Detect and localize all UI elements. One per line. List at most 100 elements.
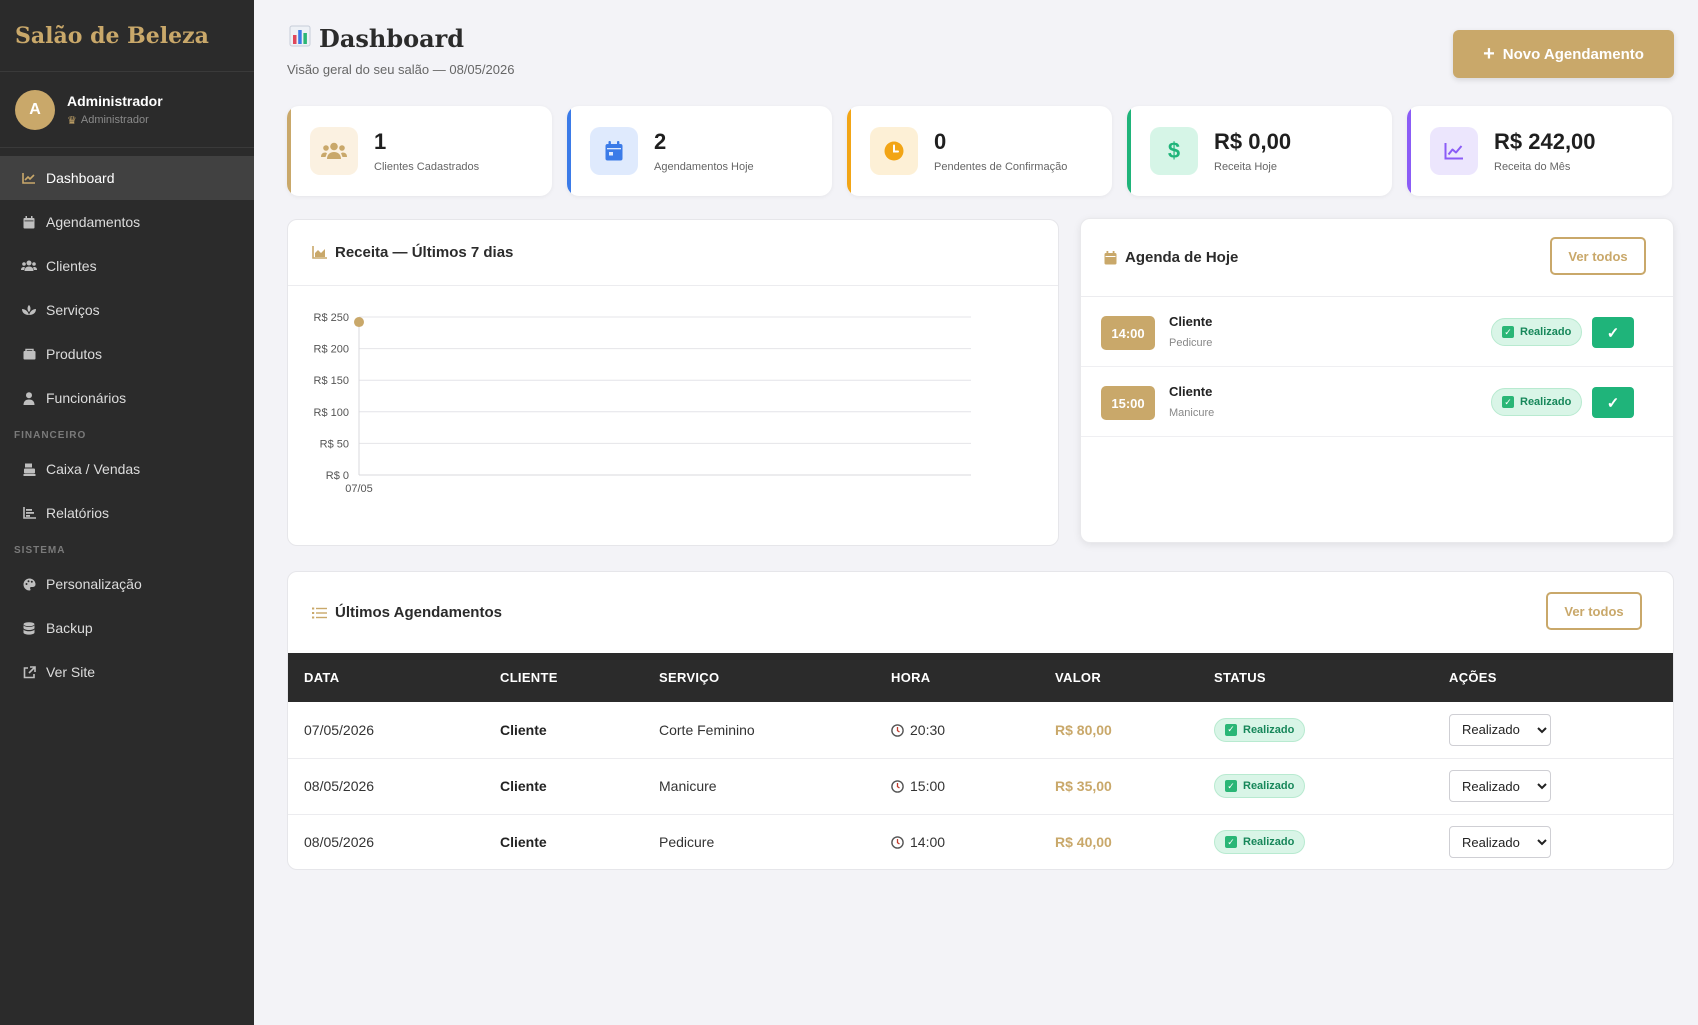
user-panel: A Administrador ♛ Administrador	[0, 72, 254, 148]
confirm-button[interactable]: ✓	[1592, 317, 1634, 348]
agenda-view-all-button[interactable]: Ver todos	[1550, 237, 1646, 275]
cash-register-icon	[20, 463, 38, 476]
stat-value: R$ 0,00	[1214, 129, 1292, 154]
stat-card-revenue-today: $ R$ 0,00 Receita Hoje	[1127, 106, 1392, 196]
chart-bar-icon	[20, 507, 38, 519]
col-servico: SERVIÇO	[659, 670, 720, 685]
y-tick-label: R$ 0	[326, 470, 349, 482]
status-select[interactable]: Realizado	[1449, 770, 1551, 802]
sidebar-item-label: Caixa / Vendas	[46, 461, 141, 477]
sidebar-item-ver-site[interactable]: Ver Site	[0, 650, 254, 694]
check-icon: ✓	[1225, 780, 1237, 792]
section-sistema: SISTEMA	[14, 545, 66, 556]
chart-line-icon	[1430, 127, 1478, 175]
sidebar-item-label: Clientes	[46, 258, 97, 274]
agenda-time: 14:00	[1101, 316, 1155, 350]
y-tick-label: R$ 200	[314, 344, 349, 356]
sidebar-item-clientes[interactable]: Clientes	[0, 244, 254, 288]
latest-view-all-button[interactable]: Ver todos	[1546, 592, 1642, 630]
col-cliente: CLIENTE	[500, 670, 558, 685]
agenda-service: Manicure	[1169, 407, 1215, 419]
cell-time: 20:30	[875, 702, 1039, 759]
box-icon	[20, 348, 38, 360]
revenue-chart-panel: Receita — Últimos 7 dias R$ 0 R$ 50 R$ 100…	[287, 219, 1059, 546]
sidebar-item-label: Ver Site	[46, 664, 96, 680]
new-appointment-button[interactable]: + Novo Agendamento	[1453, 30, 1674, 78]
agenda-item: 14:00 Cliente Pedicure ✓ Realizado ✓	[1081, 297, 1673, 367]
appointments-table: DATA CLIENTE SERVIÇO HORA VALOR STATUS A…	[288, 653, 1673, 869]
stat-value: 0	[934, 129, 947, 154]
sidebar-item-funcionarios[interactable]: Funcionários	[0, 376, 254, 420]
sidebar-nav: Dashboard Agendamentos Clientes Serviços…	[0, 148, 254, 694]
data-point	[354, 317, 364, 328]
section-financeiro: FINANCEIRO	[14, 430, 87, 441]
clock-icon	[891, 836, 904, 850]
sidebar-item-servicos[interactable]: Serviços	[0, 288, 254, 332]
sidebar-item-personalizacao[interactable]: Personalização	[0, 562, 254, 606]
col-status: STATUS	[1214, 670, 1266, 685]
stat-value: 1	[374, 129, 387, 154]
agenda-item: 15:00 Cliente Manicure ✓ Realizado ✓	[1081, 367, 1673, 437]
database-icon	[20, 621, 38, 635]
cell-client: Cliente	[484, 702, 643, 759]
cell-client: Cliente	[484, 758, 643, 815]
status-select[interactable]: Realizado	[1449, 826, 1551, 859]
sidebar-item-produtos[interactable]: Produtos	[0, 332, 254, 376]
sidebar-item-caixa[interactable]: Caixa / Vendas	[0, 447, 254, 491]
check-icon: ✓	[1225, 836, 1237, 849]
status-badge: ✓ Realizado	[1491, 388, 1583, 416]
check-icon: ✓	[1225, 723, 1237, 736]
chart-line-icon	[20, 172, 38, 184]
users-icon	[310, 127, 358, 175]
sidebar-item-label: Produtos	[46, 346, 103, 362]
status-badge: ✓ Realizado	[1214, 717, 1306, 742]
cell-value: R$ 80,00	[1039, 702, 1198, 759]
main-content: Dashboard Visão geral do seu salão — 08/…	[254, 0, 1698, 1025]
sidebar-item-label: Backup	[46, 620, 93, 636]
sidebar-item-label: Relatórios	[46, 505, 110, 521]
cell-date: 08/05/2026	[304, 834, 375, 851]
cell-service: Manicure	[643, 758, 875, 815]
stat-card-clients: 1 Clientes Cadastrados	[287, 106, 552, 196]
spa-icon	[20, 304, 38, 316]
plus-icon: +	[1483, 43, 1495, 65]
cell-actions: Realizado	[1433, 758, 1673, 815]
sidebar-item-relatorios[interactable]: Relatórios	[0, 491, 254, 535]
revenue-chart-title: Receita — Últimos 7 dias	[335, 244, 514, 261]
confirm-button[interactable]: ✓	[1592, 387, 1634, 418]
sidebar-item-backup[interactable]: Backup	[0, 606, 254, 650]
cell-status: ✓ Realizado	[1198, 758, 1433, 815]
user-name: Administrador	[67, 92, 163, 109]
cell-service: Pedicure	[659, 834, 715, 851]
table-row: 08/05/2026 Cliente Pedicure 14:00 R$ 40,…	[288, 814, 1673, 869]
table-row: 08/05/2026 Cliente Manicure 15:00 R$ 35,…	[288, 758, 1673, 815]
sidebar-item-label: Agendamentos	[46, 214, 141, 230]
sidebar-item-dashboard[interactable]: Dashboard	[0, 156, 254, 200]
stat-label: Clientes Cadastrados	[374, 161, 480, 173]
status-select[interactable]: Realizado	[1449, 713, 1551, 746]
cell-date: 07/05/2026	[288, 702, 484, 759]
user-role: Administrador	[80, 114, 149, 126]
sidebar: Salão de Beleza A Administrador ♛ Admini…	[0, 0, 254, 1025]
external-link-icon	[20, 665, 38, 679]
brand-title[interactable]: Salão de Beleza	[0, 0, 254, 72]
stat-card-pending: 0 Pendentes de Confirmação	[847, 106, 1112, 196]
chart-area-icon	[312, 246, 327, 259]
cell-client: Cliente	[500, 834, 547, 851]
sidebar-item-agendamentos[interactable]: Agendamentos	[0, 200, 254, 244]
stat-value: 2	[654, 129, 667, 154]
col-data: DATA	[304, 670, 340, 685]
agenda-client: Cliente	[1169, 384, 1213, 399]
clock-icon	[870, 127, 918, 175]
cell-service: Corte Feminino	[643, 702, 875, 759]
y-tick-label: R$ 250	[314, 312, 349, 324]
x-tick-label: 07/05	[345, 483, 373, 495]
calendar-icon	[590, 127, 638, 175]
clock-icon	[891, 780, 904, 793]
page-subtitle: Visão geral do seu salão — 08/05/2026	[287, 62, 515, 77]
agenda-time: 15:00	[1101, 386, 1155, 420]
stat-value: R$ 242,00	[1494, 129, 1596, 154]
latest-appointments-panel: Últimos Agendamentos Ver todos DATA CLIE…	[287, 571, 1674, 870]
page-heading: Dashboard	[319, 24, 465, 53]
avatar: A	[15, 89, 55, 130]
